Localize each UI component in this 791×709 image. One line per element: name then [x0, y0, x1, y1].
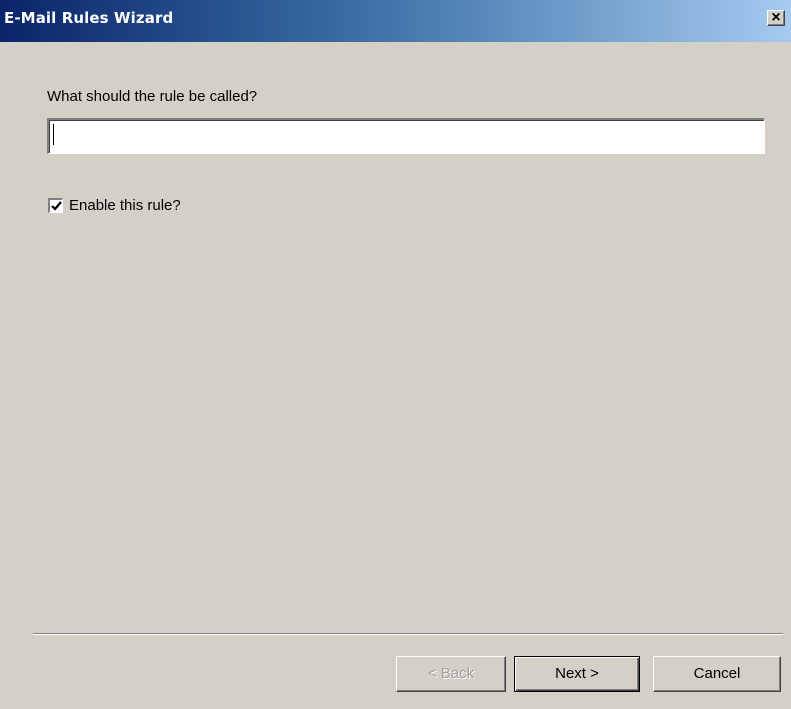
rule-name-input[interactable]	[47, 118, 765, 154]
close-button[interactable]: ×	[767, 9, 785, 26]
text-caret	[53, 124, 54, 145]
enable-rule-label[interactable]: Enable this rule?	[69, 197, 181, 214]
wizard-window: E-Mail Rules Wizard × What should the ru…	[0, 0, 791, 709]
title-bar[interactable]: E-Mail Rules Wizard ×	[0, 0, 791, 42]
enable-rule-checkbox[interactable]	[48, 198, 63, 213]
checkmark-icon	[51, 201, 62, 211]
rule-name-label: What should the rule be called?	[47, 88, 258, 105]
cancel-button[interactable]: Cancel	[653, 656, 781, 692]
close-icon: ×	[771, 9, 781, 26]
footer-separator	[33, 633, 783, 635]
back-button[interactable]: < Back	[396, 656, 506, 692]
next-button[interactable]: Next >	[514, 656, 640, 692]
window-title: E-Mail Rules Wizard	[4, 9, 174, 27]
